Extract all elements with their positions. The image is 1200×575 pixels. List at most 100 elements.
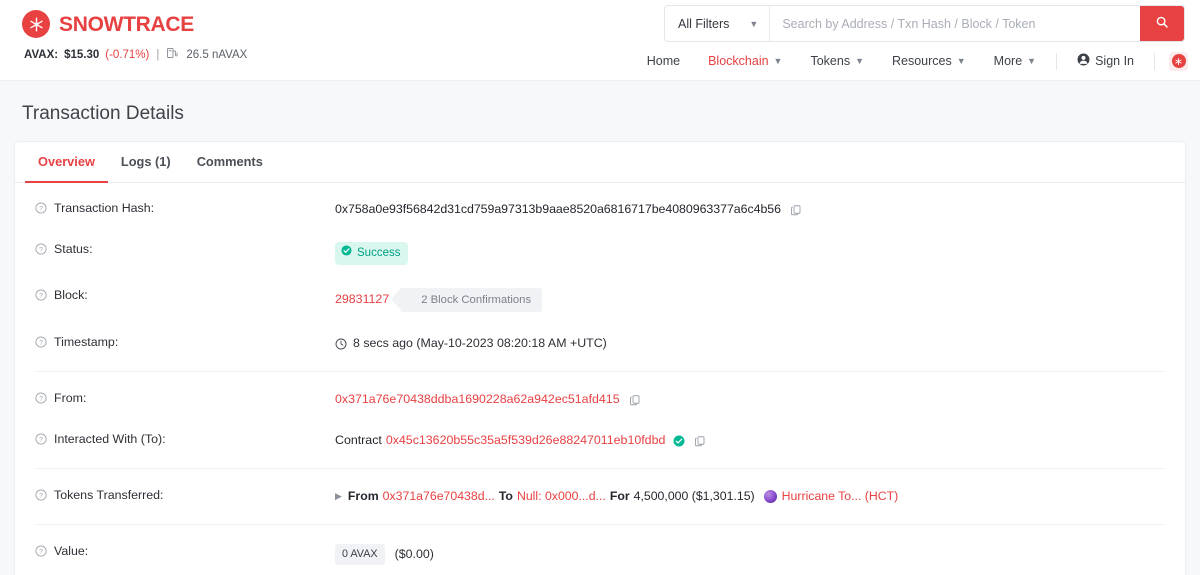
row-label-cell: ? From: (35, 390, 335, 405)
block-confirmations-badge: 2 Block Confirmations (401, 287, 543, 313)
row-interacted-with: ? Interacted With (To): Contract 0x45c13… (15, 420, 1185, 461)
token-to-key: To (498, 488, 513, 503)
transaction-hash-value: 0x758a0e93f56842d31cd759a97313b9aae8520a… (335, 202, 781, 216)
nav-item-blockchain[interactable]: Blockchain ▼ (694, 49, 796, 73)
clock-icon (335, 338, 347, 350)
row-status: ? Status: Success (15, 230, 1185, 276)
sign-in-button[interactable]: Sign In (1063, 48, 1148, 74)
nav-item-resources[interactable]: Resources ▼ (878, 49, 980, 73)
question-circle-icon[interactable]: ? (35, 243, 47, 255)
nav-item-home[interactable]: Home (633, 49, 694, 73)
search-button[interactable] (1140, 6, 1184, 41)
token-name-link[interactable]: Hurricane To... (HCT) (782, 488, 899, 506)
svg-text:?: ? (39, 436, 43, 443)
nav-item-tokens-label: Tokens (810, 54, 851, 68)
svg-text:?: ? (39, 548, 43, 555)
gas-price: 26.5 nAVAX (186, 48, 248, 61)
status-badge: Success (335, 241, 409, 265)
token-to-address[interactable]: Null: 0x000...d... (517, 488, 606, 506)
check-circle-icon (341, 245, 352, 262)
nav-item-home-label: Home (646, 54, 681, 68)
row-label-cell: ? Timestamp: (35, 334, 335, 349)
row-label-cell: ? Value: (35, 543, 335, 558)
filter-dropdown-label: All Filters (678, 16, 730, 31)
question-circle-icon[interactable]: ? (35, 545, 47, 557)
nav-item-more[interactable]: More ▼ (980, 49, 1050, 73)
nav-item-blockchain-label: Blockchain (708, 54, 769, 68)
row-label-cell: ? Interacted With (To): (35, 431, 335, 446)
snowflake-logo-icon (22, 10, 50, 38)
row-value-cell: 0x758a0e93f56842d31cd759a97313b9aae8520a… (335, 200, 1165, 219)
nav-divider (1056, 52, 1058, 70)
token-from-key: From (347, 488, 379, 503)
chevron-down-icon: ▼ (855, 56, 864, 66)
filter-dropdown[interactable]: All Filters ▼ (665, 6, 771, 41)
row-value-cell: 0x371a76e70438ddba1690228a62a942ec51afd4… (335, 390, 1165, 409)
row-value-cell: Contract 0x45c13620b55c35a5f539d26e88247… (335, 431, 1165, 450)
chevron-down-icon: ▼ (749, 18, 759, 29)
copy-icon[interactable] (790, 204, 802, 216)
details-list: ? Transaction Hash: 0x758a0e93f56842d31c… (15, 183, 1185, 575)
caret-right-icon[interactable]: ▶ (335, 490, 342, 503)
page-title: Transaction Details (22, 103, 184, 124)
row-label-cell: ? Transaction Hash: (35, 200, 335, 215)
token-transfer-item: ▶ From 0x371a76e70438d... To Null: 0x000… (335, 488, 898, 506)
svg-text:?: ? (39, 246, 43, 253)
nav-item-tokens[interactable]: Tokens ▼ (796, 49, 878, 73)
row-timestamp: ? Timestamp: 8 secs ago (May-10-2023 08:… (15, 323, 1185, 364)
copy-icon[interactable] (629, 394, 641, 406)
tab-comments[interactable]: Comments (184, 142, 276, 183)
question-circle-icon[interactable]: ? (35, 433, 47, 445)
timestamp-label: Timestamp: (54, 335, 119, 350)
snowtrace-avatar-icon[interactable] (1169, 51, 1188, 71)
question-circle-icon[interactable]: ? (35, 289, 47, 301)
row-label-cell: ? Tokens Transferred: (35, 487, 335, 502)
tab-overview[interactable]: Overview (25, 142, 108, 183)
row-value-cell: 8 secs ago (May-10-2023 08:20:18 AM +UTC… (335, 334, 1165, 353)
row-value: ? Value: 0 AVAX ($0.00) (15, 532, 1185, 575)
brand-name: SNOWTRACE (59, 12, 194, 36)
section-divider (35, 467, 1165, 469)
block-wrap: 29831127 2 Block Confirmations (335, 287, 543, 313)
svg-text:?: ? (39, 395, 43, 402)
transaction-details-card: Overview Logs (1) Comments ? Transaction… (14, 141, 1186, 575)
token-from-address[interactable]: 0x371a76e70438d... (383, 488, 495, 506)
nav-item-more-label: More (993, 54, 1023, 68)
tab-bar: Overview Logs (1) Comments (15, 142, 1185, 183)
chevron-down-icon: ▼ (773, 56, 783, 66)
svg-text:?: ? (39, 492, 43, 499)
question-circle-icon[interactable]: ? (35, 202, 47, 214)
transaction-hash-label: Transaction Hash: (54, 201, 155, 215)
row-transaction-hash: ? Transaction Hash: 0x758a0e93f56842d31c… (15, 189, 1185, 230)
block-number-link[interactable]: 29831127 (335, 291, 389, 309)
search-bar: All Filters ▼ (664, 5, 1185, 42)
search-input[interactable] (770, 6, 1140, 41)
ticker-change: (-0.71%) (105, 48, 150, 61)
row-value-cell: 29831127 2 Block Confirmations (335, 287, 1165, 313)
row-label-cell: ? Block: (35, 287, 335, 302)
verified-check-icon (673, 435, 685, 447)
nav-divider (1154, 52, 1155, 70)
from-label: From: (54, 391, 87, 406)
token-for-key: For (609, 488, 630, 503)
row-block: ? Block: 29831127 2 Block Confirmations (15, 276, 1185, 323)
site-header: SNOWTRACE AVAX: $15.30 (-0.71%) | 26.5 n… (0, 0, 1200, 81)
row-label-cell: ? Status: (35, 241, 335, 256)
row-tokens-transferred: ? Tokens Transferred: ▶ From 0x371a76e70… (15, 476, 1185, 517)
question-circle-icon[interactable]: ? (35, 489, 47, 501)
hurricane-token-icon (763, 490, 777, 504)
row-value-cell: ▶ From 0x371a76e70438d... To Null: 0x000… (335, 487, 1165, 506)
contract-address-link[interactable]: 0x45c13620b55c35a5f539d26e88247011eb10fd… (386, 432, 666, 450)
user-circle-icon (1077, 53, 1090, 69)
row-value-cell: Success (335, 241, 1165, 265)
search-icon (1155, 15, 1169, 32)
svg-text:?: ? (39, 292, 43, 299)
copy-icon[interactable] (694, 435, 706, 447)
avatar-mark (1171, 54, 1186, 68)
question-circle-icon[interactable]: ? (35, 392, 47, 404)
value-label: Value: (54, 543, 89, 558)
tab-logs[interactable]: Logs (1) (108, 142, 184, 183)
question-circle-icon[interactable]: ? (35, 336, 47, 348)
from-address-link[interactable]: 0x371a76e70438ddba1690228a62a942ec51afd4… (335, 391, 620, 409)
ticker-label: AVAX: (24, 48, 59, 61)
